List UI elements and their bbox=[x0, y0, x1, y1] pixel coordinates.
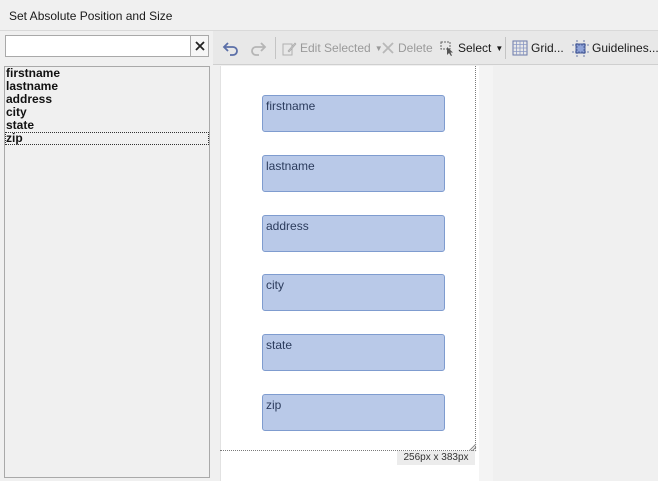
toolbar-separator bbox=[505, 37, 506, 59]
grid-button[interactable]: Grid... bbox=[512, 36, 564, 60]
search-input[interactable] bbox=[6, 36, 192, 56]
search-box bbox=[5, 35, 209, 57]
list-item-selected[interactable]: zip bbox=[5, 132, 209, 145]
canvas-edge bbox=[479, 66, 493, 481]
undo-button[interactable] bbox=[222, 36, 240, 60]
select-icon bbox=[440, 41, 453, 56]
resize-grip-icon[interactable] bbox=[467, 441, 477, 452]
guidelines-icon bbox=[572, 39, 589, 57]
close-icon bbox=[194, 41, 205, 51]
redo-button[interactable] bbox=[249, 36, 267, 60]
title-bar: Set Absolute Position and Size bbox=[0, 0, 658, 31]
list-item[interactable]: address bbox=[5, 93, 209, 106]
edit-selected-label: Edit Selected bbox=[300, 41, 371, 55]
list-item[interactable]: state bbox=[5, 119, 209, 132]
design-canvas-area: firstname lastname address city state zi… bbox=[213, 66, 658, 481]
field-list-pane: firstname lastname address city state zi… bbox=[0, 31, 213, 481]
select-button[interactable]: Select ▼ bbox=[440, 36, 503, 60]
list-item[interactable]: city bbox=[5, 106, 209, 119]
canvas-size-boundary bbox=[220, 66, 476, 451]
guidelines-button[interactable]: Guidelines... bbox=[572, 36, 658, 60]
canvas-size-label: 256px x 383px bbox=[397, 451, 475, 465]
grid-icon bbox=[512, 40, 528, 56]
window-title: Set Absolute Position and Size bbox=[9, 9, 173, 23]
field-list: firstname lastname address city state zi… bbox=[4, 66, 210, 478]
select-label: Select bbox=[458, 41, 492, 55]
delete-label: Delete bbox=[398, 41, 433, 55]
guidelines-label: Guidelines... bbox=[592, 41, 658, 55]
undo-icon bbox=[222, 42, 238, 56]
chevron-down-icon: ▼ bbox=[495, 43, 504, 53]
edit-icon bbox=[282, 42, 297, 55]
grid-label: Grid... bbox=[531, 41, 564, 55]
redo-icon bbox=[251, 42, 267, 56]
edit-selected-button[interactable]: Edit Selected ▼ bbox=[282, 36, 383, 60]
delete-icon bbox=[382, 42, 394, 54]
toolbar: Edit Selected ▼ Delete Select ▼ Grid... … bbox=[213, 31, 658, 65]
delete-button[interactable]: Delete bbox=[381, 36, 433, 60]
toolbar-separator bbox=[275, 37, 276, 59]
clear-search-button[interactable] bbox=[190, 36, 208, 56]
